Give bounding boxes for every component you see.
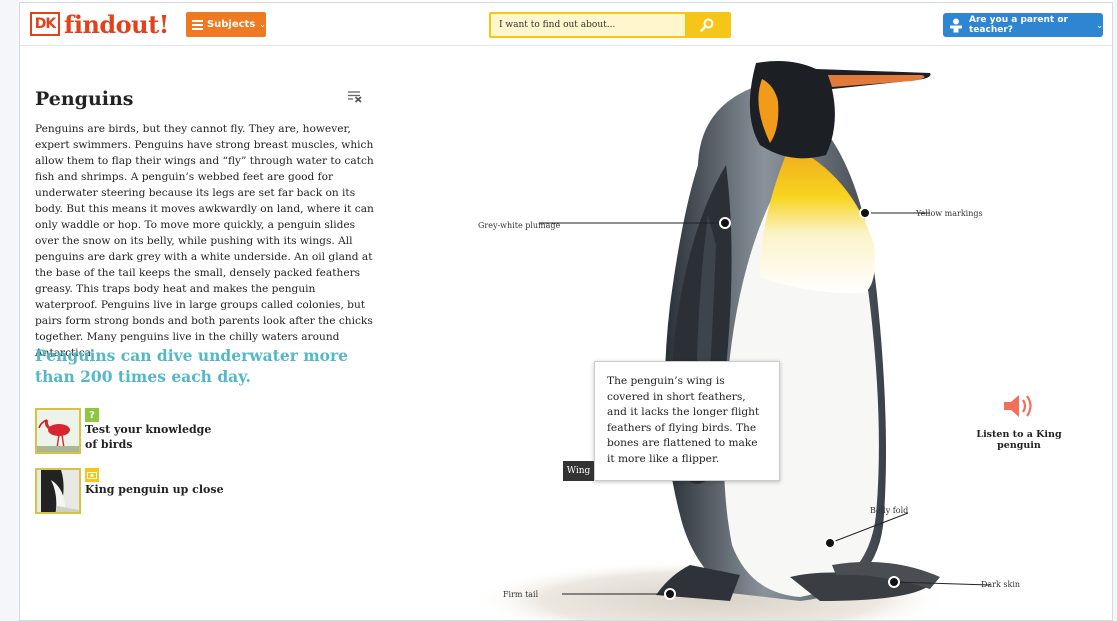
related-link-quiz-body: ? Test your knowledge of birds xyxy=(85,408,225,454)
hotspot-yellow-markings[interactable]: Yellow markings xyxy=(916,209,983,218)
fun-fact: Penguins can dive underwater more than 2… xyxy=(35,346,349,386)
king-penguin-illustration xyxy=(470,61,991,620)
browser-page: DK findout! Subjects ⌄ I want to find ou… xyxy=(19,2,1113,621)
hotspot-dot[interactable] xyxy=(824,537,836,549)
chevron-down-icon: ⌄ xyxy=(1096,20,1103,30)
page-background-right xyxy=(1113,0,1117,621)
dk-logo-box: DK xyxy=(30,12,60,36)
logo-text-out: out! xyxy=(115,9,170,39)
chevron-down-icon: ⌄ xyxy=(259,20,266,29)
hotspot-grey-white-plumage[interactable]: Grey-white plumage xyxy=(478,221,560,230)
penguin-closeup-thumbnail xyxy=(35,468,81,514)
page-title: Penguins xyxy=(35,88,134,110)
logo-text-find: find xyxy=(64,9,116,39)
quiz-icon: ? xyxy=(85,408,99,422)
parent-teacher-label: Are you a parent or teacher? xyxy=(969,15,1068,35)
hotspot-dot[interactable] xyxy=(719,217,731,229)
subjects-label: Subjects xyxy=(206,19,256,30)
page-background-left xyxy=(0,0,19,621)
search-input[interactable] xyxy=(491,14,684,36)
person-icon xyxy=(949,18,963,33)
hotspot-dot[interactable] xyxy=(888,576,900,588)
speaker-icon xyxy=(1004,395,1032,417)
top-navigation-bar: DK findout! Subjects ⌄ I want to find ou… xyxy=(20,3,1112,46)
hotspot-dot[interactable] xyxy=(664,588,676,600)
related-link-photo-body: King penguin up close xyxy=(85,468,225,514)
article-body: Penguins are birds, but they cannot fly.… xyxy=(35,123,374,359)
hotspot-belly-fold[interactable]: Belly fold xyxy=(870,506,908,515)
related-link-quiz[interactable]: ? Test your knowledge of birds xyxy=(35,408,225,454)
hotspot-dark-skin[interactable]: Dark skin xyxy=(981,580,1020,589)
subjects-menu-button[interactable]: Subjects ⌄ xyxy=(186,12,266,37)
related-link-label: King penguin up close xyxy=(85,483,224,496)
search-button[interactable] xyxy=(685,14,729,36)
parent-teacher-button[interactable]: Are you a parent or teacher? ⌄ xyxy=(943,13,1103,37)
hotspot-info-popup: The penguin’s wing is covered in short f… xyxy=(594,361,780,481)
hotspot-dot[interactable] xyxy=(859,207,871,219)
findout-wordmark: findout! xyxy=(64,10,169,39)
listen-label: Listen to a King penguin xyxy=(976,429,1062,451)
related-link-label: Test your knowledge of birds xyxy=(85,423,212,451)
hamburger-icon xyxy=(192,19,203,30)
hide-text-icon[interactable] xyxy=(347,90,363,103)
search-bar xyxy=(489,12,731,38)
hotspot-wing[interactable]: Wing xyxy=(563,461,594,481)
photo-icon xyxy=(85,468,99,482)
hotspot-firm-tail[interactable]: Firm tail xyxy=(503,590,538,599)
search-icon xyxy=(700,18,714,32)
listen-audio-button[interactable]: Listen to a King penguin xyxy=(958,393,1080,451)
related-link-photo[interactable]: King penguin up close xyxy=(35,468,225,514)
dk-findout-logo[interactable]: DK findout! xyxy=(30,10,169,39)
ibis-thumbnail xyxy=(35,408,81,454)
